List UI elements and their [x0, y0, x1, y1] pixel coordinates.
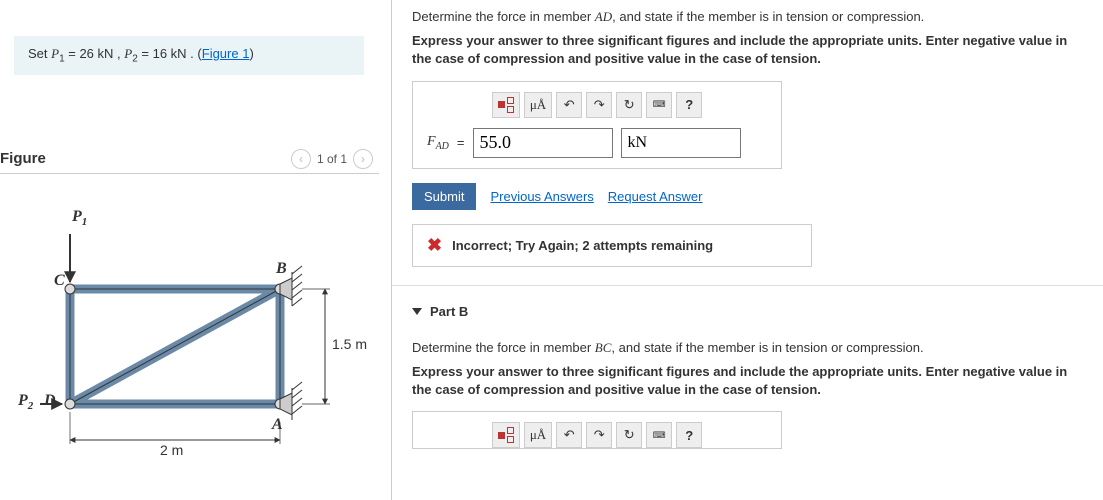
figure-pager: ‹ 1 of 1 ›: [291, 149, 373, 169]
partB-prompt: Determine the force in member BC, and st…: [412, 339, 1083, 357]
previous-answers-link[interactable]: Previous Answers: [490, 189, 593, 204]
label-A: A: [272, 416, 283, 434]
incorrect-icon: ✖: [427, 235, 442, 256]
dim-h: 1.5 m: [332, 336, 367, 352]
p1-var: P: [51, 46, 59, 61]
figure-link[interactable]: Figure 1: [202, 46, 250, 61]
keyboard-button[interactable]: ⌨: [646, 92, 672, 118]
help-button-b[interactable]: ?: [676, 422, 702, 448]
eq-sign: =: [457, 135, 465, 150]
mu-angstrom-button-b[interactable]: μÅ: [524, 422, 552, 448]
label-B: B: [276, 260, 287, 278]
dim-w: 2 m: [160, 442, 183, 458]
template-button-b[interactable]: [492, 422, 520, 448]
value-input[interactable]: [473, 128, 613, 158]
template-button[interactable]: [492, 92, 520, 118]
given-sep: ,: [113, 46, 124, 61]
undo-button[interactable]: ↶: [556, 92, 582, 118]
label-C: C: [54, 272, 65, 290]
partA-prompt: Determine the force in member AD, and st…: [412, 8, 1083, 26]
partB-header[interactable]: Part B: [412, 304, 1083, 319]
truss-figure: P1 P2 C B D A 1.5 m 2 m: [40, 194, 400, 454]
partA-instructions: Express your answer to three significant…: [412, 32, 1083, 68]
label-P2: P2: [18, 392, 33, 412]
undo-button-b[interactable]: ↶: [556, 422, 582, 448]
unit-input[interactable]: [621, 128, 741, 158]
given-text: Set: [28, 46, 51, 61]
submit-button[interactable]: Submit: [412, 183, 476, 210]
next-figure-button[interactable]: ›: [353, 149, 373, 169]
redo-button-b[interactable]: ↷: [586, 422, 612, 448]
reset-button[interactable]: ↻: [616, 92, 642, 118]
given-values-box: Set P1 = 26 kN , P2 = 16 kN . (Figure 1): [14, 36, 364, 75]
separator: [392, 285, 1103, 286]
p1-val: = 26 kN: [65, 46, 114, 61]
partB-instructions: Express your answer to three significant…: [412, 363, 1083, 399]
answer-box-B: μÅ ↶ ↷ ↻ ⌨ ?: [412, 411, 782, 449]
label-D: D: [44, 392, 56, 410]
prev-figure-button[interactable]: ‹: [291, 149, 311, 169]
p2-val: = 16 kN: [138, 46, 187, 61]
feedback-box: ✖ Incorrect; Try Again; 2 attempts remai…: [412, 224, 812, 267]
answer-box-A: μÅ ↶ ↷ ↻ ⌨ ? FAD =: [412, 81, 782, 169]
keyboard-button-b[interactable]: ⌨: [646, 422, 672, 448]
figure-title: Figure: [0, 150, 46, 167]
redo-button[interactable]: ↷: [586, 92, 612, 118]
pager-text: 1 of 1: [317, 152, 347, 166]
collapse-icon: [412, 308, 422, 315]
feedback-text: Incorrect; Try Again; 2 attempts remaini…: [452, 238, 713, 253]
given-tail: .: [187, 46, 198, 61]
reset-button-b[interactable]: ↻: [616, 422, 642, 448]
lhs-label: FAD: [427, 134, 449, 152]
link-close: ): [249, 46, 253, 61]
figure-header: Figure ‹ 1 of 1 ›: [0, 145, 379, 174]
request-answer-link[interactable]: Request Answer: [608, 189, 703, 204]
mu-angstrom-button[interactable]: μÅ: [524, 92, 552, 118]
help-button[interactable]: ?: [676, 92, 702, 118]
label-P1: P1: [72, 208, 87, 228]
